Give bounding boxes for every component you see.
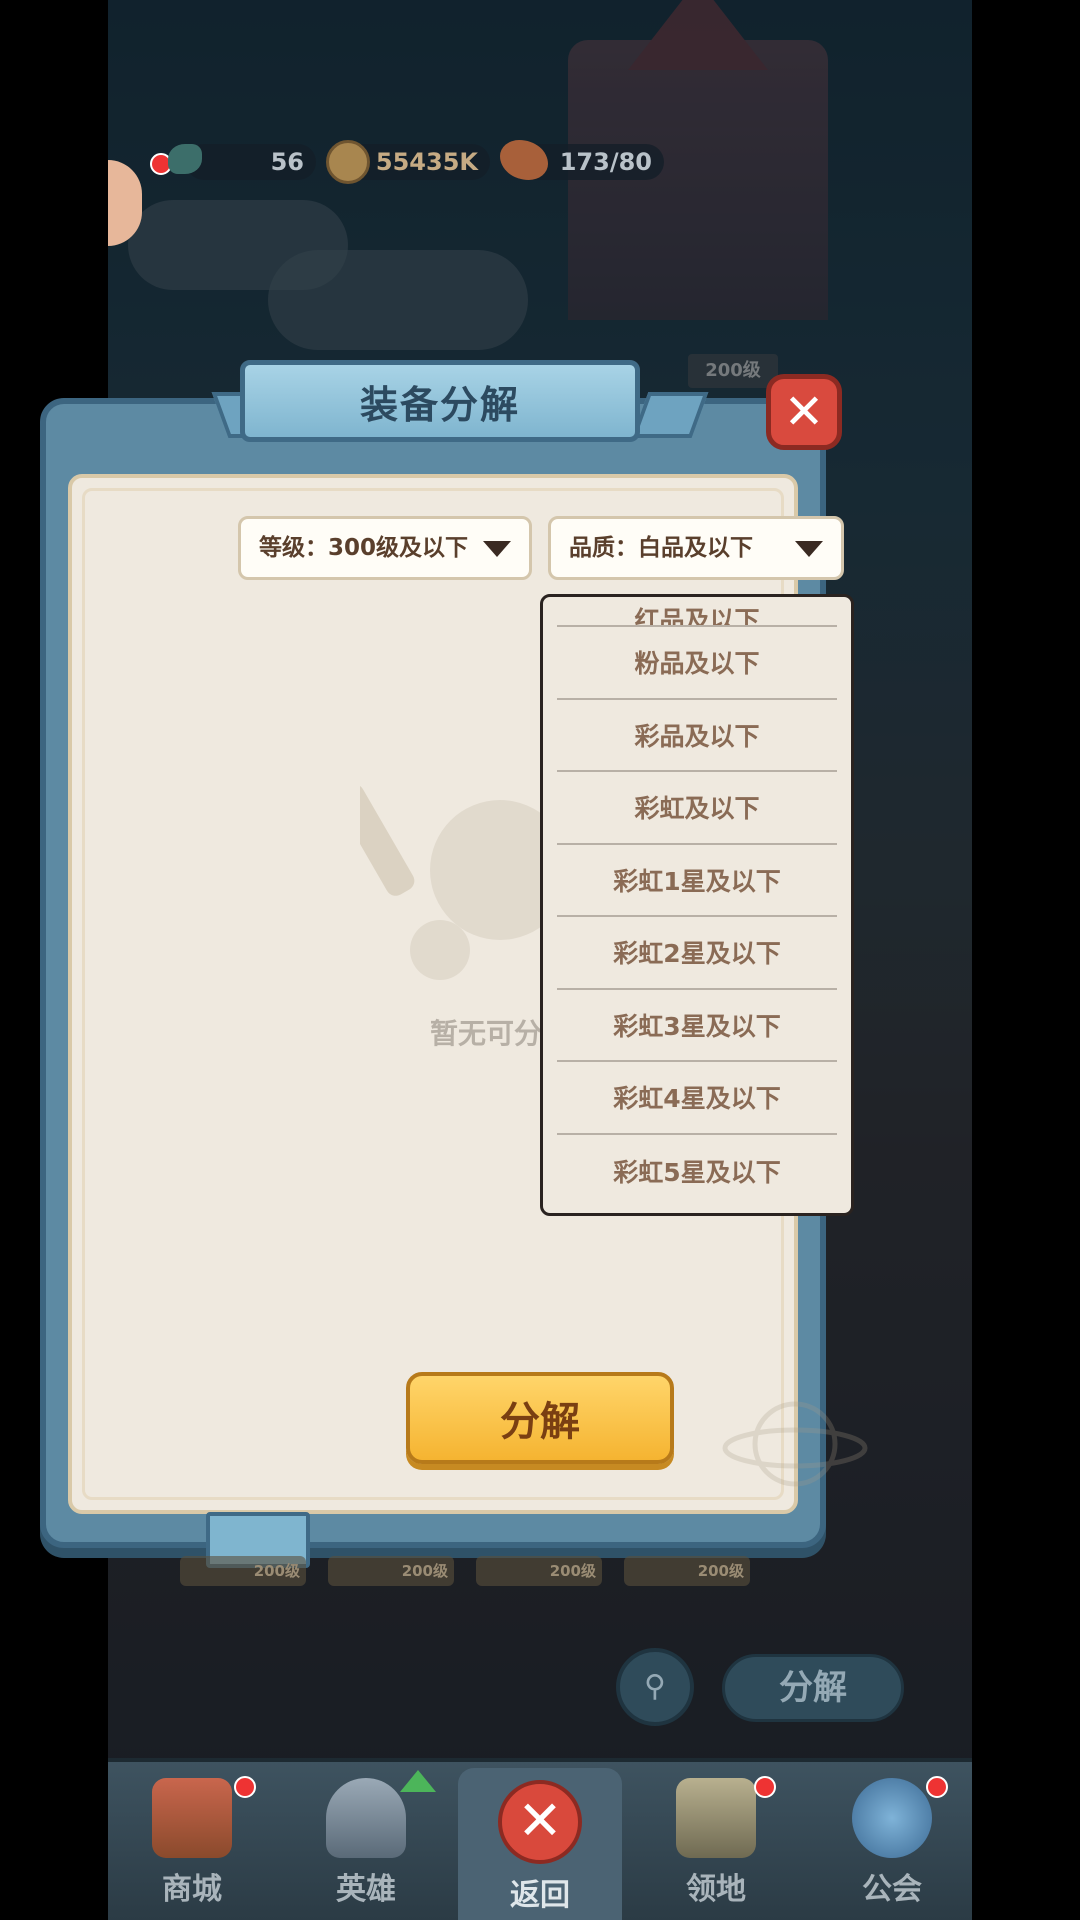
nav-guild-label: 公会	[862, 1872, 922, 1907]
empty-equipment-icon	[360, 784, 560, 980]
energy-counter: 56	[186, 144, 316, 180]
level-filter-label: 等级：300级及以下	[259, 535, 469, 561]
nav-back-label: 返回	[510, 1878, 570, 1913]
energy-value: 56	[270, 148, 304, 176]
upgrade-arrow-icon	[400, 1770, 436, 1792]
coin-icon	[326, 140, 370, 184]
dialog-title-banner: 装备分解	[240, 360, 640, 442]
food-value: 173/80	[559, 148, 652, 176]
notification-dot	[926, 1776, 948, 1798]
nav-shop-label: 商城	[162, 1872, 222, 1907]
nav-territory-label: 领地	[686, 1872, 746, 1907]
quality-option[interactable]: 彩虹4星及以下	[557, 1062, 837, 1135]
quality-filter-dropdown[interactable]: 品质：白品及以下	[548, 516, 844, 580]
background-decompose-button[interactable]: 分解	[722, 1654, 904, 1722]
close-button[interactable]: ✕	[766, 374, 842, 450]
chevron-down-icon	[483, 541, 511, 557]
decompose-button[interactable]: 分解	[406, 1372, 674, 1464]
quality-option[interactable]: 彩虹1星及以下	[557, 845, 837, 917]
sort-filter-button[interactable]: ⚲	[616, 1648, 694, 1726]
item-level-chip: 200级	[476, 1556, 602, 1586]
quality-option[interactable]: 彩虹及以下	[557, 772, 837, 845]
quality-option[interactable]: 彩虹5星及以下	[557, 1135, 837, 1208]
chevron-down-icon	[795, 541, 823, 557]
castle-icon	[676, 1778, 756, 1858]
energy-icon	[168, 144, 202, 174]
item-level-chip: 200级	[180, 1556, 306, 1586]
gold-value: 55435K	[375, 148, 478, 176]
quality-option[interactable]: 彩虹2星及以下	[557, 917, 837, 990]
quality-filter-label: 品质：白品及以下	[569, 535, 753, 561]
filter-icon: ⚲	[644, 1669, 666, 1704]
shop-icon	[152, 1778, 232, 1858]
dialog-title: 装备分解	[359, 382, 520, 427]
nav-hero[interactable]: 英雄	[296, 1770, 436, 1920]
nav-back[interactable]: ✕ 返回	[470, 1770, 610, 1920]
nav-hero-label: 英雄	[336, 1872, 396, 1907]
item-level-chip: 200级	[624, 1556, 750, 1586]
close-icon: ✕	[783, 384, 825, 440]
close-icon: ✕	[498, 1780, 582, 1864]
notification-dot	[754, 1776, 776, 1798]
quality-option[interactable]: 粉品及以下	[557, 627, 837, 700]
level-filter-dropdown[interactable]: 等级：300级及以下	[238, 516, 532, 580]
quality-option[interactable]: 彩品及以下	[557, 700, 837, 772]
quality-option[interactable]: 彩虹3星及以下	[557, 990, 837, 1062]
empty-state-text: 暂无可分	[430, 1017, 543, 1050]
decompose-button-label: 分解	[500, 1399, 580, 1445]
quality-option[interactable]: 红品及以下	[557, 597, 837, 627]
hero-helmet-icon	[326, 1778, 406, 1858]
quality-options-list[interactable]: 红品及以下 粉品及以下 彩品及以下 彩虹及以下 彩虹1星及以下 彩虹2星及以下 …	[540, 594, 854, 1216]
planet-icon	[852, 1778, 932, 1858]
item-level-chip: 200级	[328, 1556, 454, 1586]
planet-decoration-icon	[722, 1401, 868, 1487]
notification-dot	[234, 1776, 256, 1798]
